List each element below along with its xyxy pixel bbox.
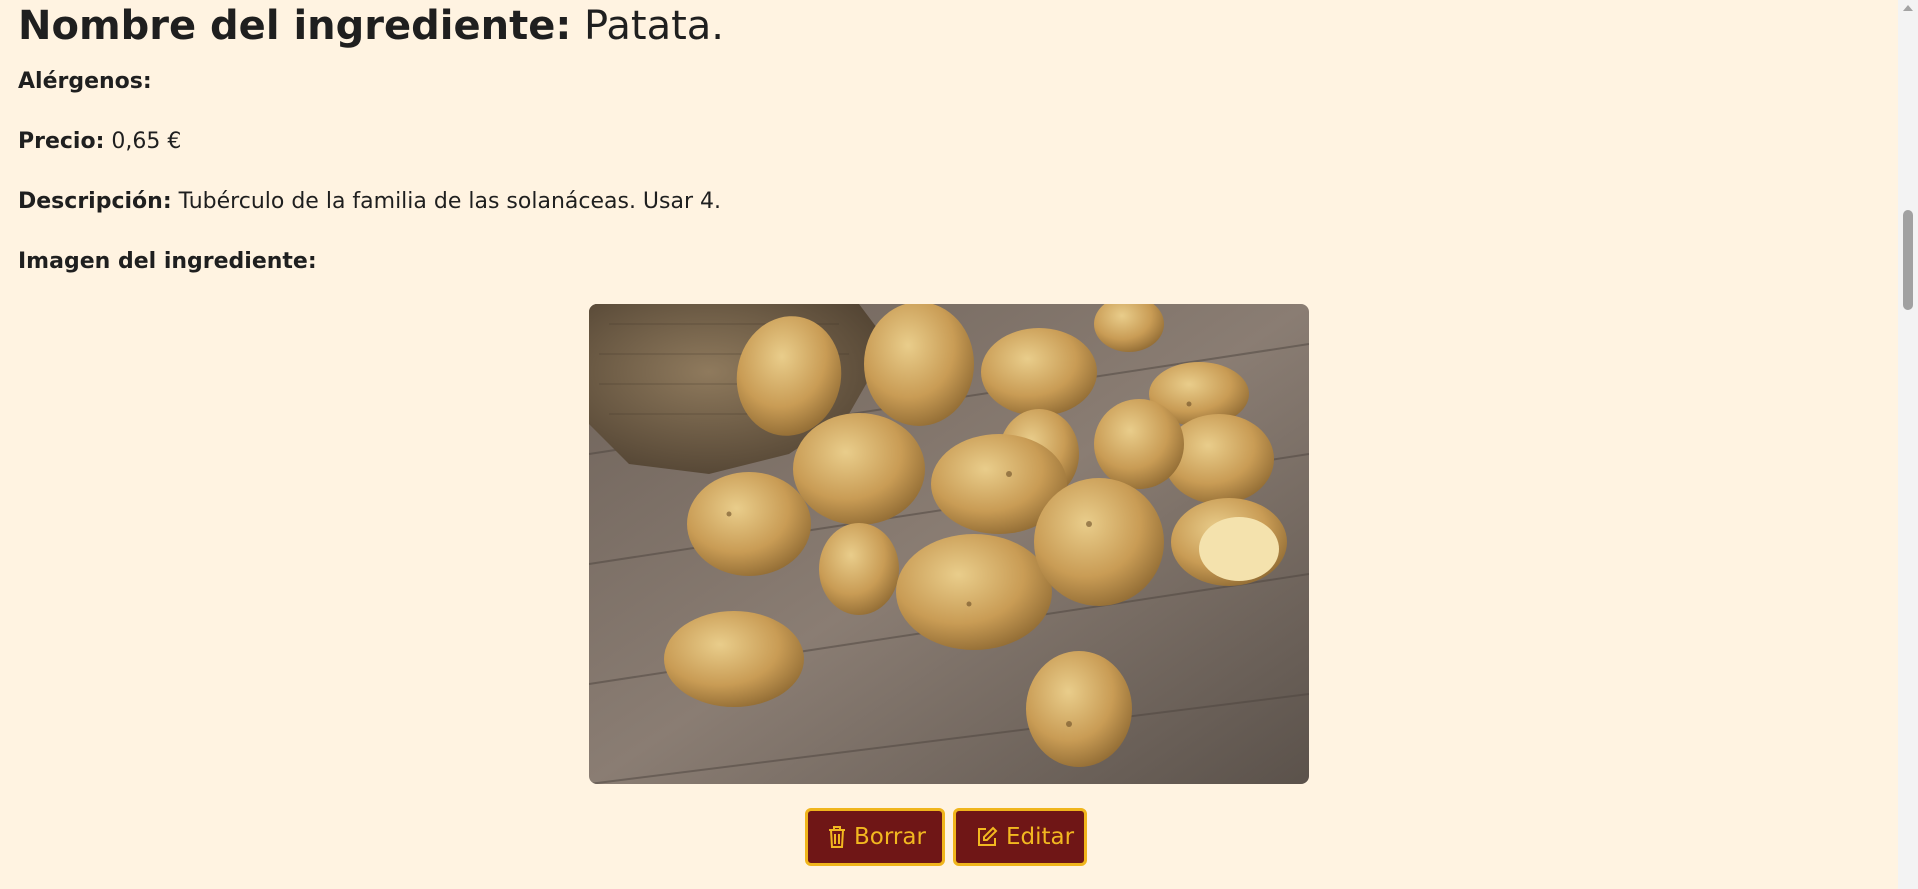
scroll-up-icon[interactable] [1903, 5, 1913, 11]
scrollbar-thumb[interactable] [1903, 210, 1913, 310]
allergens-row: Alérgenos: [18, 68, 152, 96]
ingredient-name-label: Nombre del ingrediente: [18, 3, 572, 49]
description-row: Descripción: Tubérculo de la familia de … [18, 188, 721, 216]
description-value: Tubérculo de la familia de las solanácea… [178, 189, 721, 214]
price-label: Precio: [18, 129, 105, 154]
ingredient-image [589, 304, 1309, 784]
ingredient-detail-page: Nombre del ingrediente: Patata. Alérgeno… [0, 0, 1918, 889]
edit-button[interactable]: Editar [953, 808, 1087, 866]
ingredient-name-heading: Nombre del ingrediente: Patata. [18, 2, 724, 50]
trash-icon [828, 826, 846, 848]
delete-button-label: Borrar [854, 824, 926, 850]
ingredient-name-value: Patata. [584, 3, 724, 49]
price-row: Precio: 0,65 € [18, 128, 181, 156]
delete-button[interactable]: Borrar [805, 808, 945, 866]
description-label: Descripción: [18, 189, 172, 214]
ingredient-actions: Borrar Editar [805, 808, 1087, 866]
price-value: 0,65 € [111, 129, 182, 154]
edit-icon [976, 826, 998, 848]
allergens-label: Alérgenos: [18, 69, 152, 94]
edit-button-label: Editar [1006, 824, 1075, 850]
vertical-scrollbar[interactable] [1898, 0, 1918, 889]
image-row: Imagen del ingrediente: [18, 248, 317, 276]
image-label: Imagen del ingrediente: [18, 249, 317, 274]
